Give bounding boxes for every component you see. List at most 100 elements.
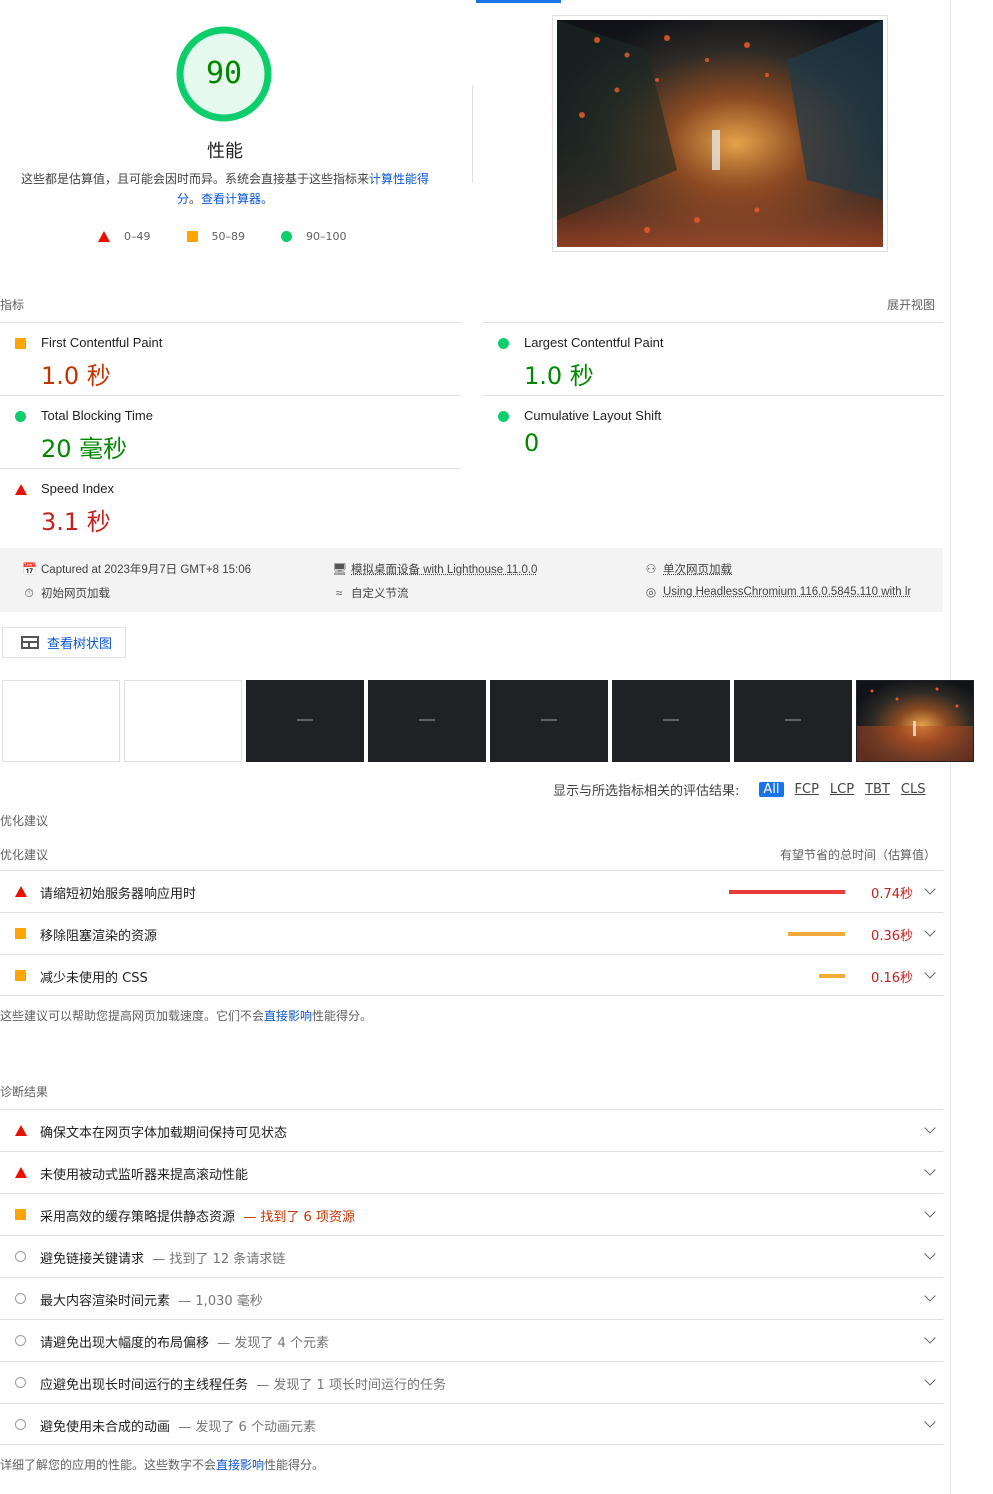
triangle-icon <box>15 1167 27 1178</box>
chevron-down-icon[interactable] <box>924 1122 936 1134</box>
note-text: 这些建议可以帮助您提高网页加载速度。它们不会 <box>0 1009 265 1023</box>
filter-chip-tbt[interactable]: TBT <box>865 782 890 797</box>
diagnostic-title-text: 应避免出现长时间运行的主线程任务 <box>40 1378 249 1393</box>
score-legend: 0–49 50–89 90–100 <box>98 230 383 243</box>
active-tab-indicator <box>476 0 561 3</box>
opportunity-row[interactable]: 移除阻塞渲染的资源 0.36秒 <box>0 912 943 954</box>
info-circle-icon <box>15 1251 26 1266</box>
view-calculator-link[interactable]: 查看计算器。 <box>201 192 273 206</box>
chevron-down-icon[interactable] <box>924 1416 936 1428</box>
filmstrip-frame <box>368 680 486 762</box>
diagnostic-row[interactable]: 应避免出现长时间运行的主线程任务 — 发现了 1 项长时间运行的任务 <box>0 1361 943 1403</box>
filmstrip-frame <box>734 680 852 762</box>
chevron-down-icon[interactable] <box>924 1290 936 1302</box>
filmstrip-frame <box>856 680 974 762</box>
devices-icon: 🖥 <box>332 562 348 576</box>
runtime-device[interactable]: 🖥 模拟桌面设备 with Lighthouse 11.0.0 <box>332 561 537 577</box>
chrome-icon: ◎ <box>645 585 657 599</box>
chevron-down-icon[interactable] <box>924 1374 936 1386</box>
filter-chip-all[interactable]: All <box>759 782 784 797</box>
chevron-down-icon[interactable] <box>924 1248 936 1260</box>
final-screenshot-image <box>557 20 883 247</box>
legend-fail: 0–49 <box>98 230 151 243</box>
runtime-single-load[interactable]: ⚇ 单次网页加载 <box>644 561 732 577</box>
diagnostic-title: 请避免出现大幅度的布局偏移 — 发现了 4 个元素 <box>40 1332 329 1351</box>
filmstrip-frame <box>246 680 364 762</box>
opportunity-row[interactable]: 减少未使用的 CSS 0.16秒 <box>0 954 943 996</box>
diagnostics-note: 详细了解您的应用的性能。这些数字不会直接影响性能得分。 <box>0 1456 324 1473</box>
diagnostic-detail: — 发现了 4 个元素 <box>217 1336 329 1351</box>
metrics-header: 指标 展开视图 <box>0 296 943 313</box>
chevron-down-icon[interactable] <box>924 1164 936 1176</box>
diagnostic-title: 未使用被动式监听器来提高滚动性能 <box>40 1164 248 1183</box>
metric-tbt: Total Blocking Time 20 毫秒 <box>0 395 460 468</box>
opportunities-note: 这些建议可以帮助您提高网页加载速度。它们不会直接影响性能得分。 <box>0 1007 372 1024</box>
square-icon <box>15 970 26 981</box>
treemap-icon <box>21 636 39 649</box>
runtime-settings: 📅 Captured at 2023年9月7日 GMT+8 15:06 ⏱ 初始… <box>0 548 943 612</box>
note-text: 详细了解您的应用的性能。这些数字不会 <box>0 1458 217 1472</box>
square-icon <box>186 231 198 242</box>
gauge-desc-text: 这些都是估算值，且可能会因时而异。系统会直接基于这些指标来 <box>20 172 369 186</box>
opportunities-title: 优化建议 <box>0 814 49 828</box>
diagnostic-detail: — 发现了 1 项长时间运行的任务 <box>256 1378 446 1393</box>
people-icon: ⚇ <box>645 562 657 576</box>
filter-chip-cls[interactable]: CLS <box>901 782 926 797</box>
diagnostic-row[interactable]: 采用高效的缓存策略提供静态资源 — 找到了 6 项资源 <box>0 1193 943 1235</box>
diagnostic-row[interactable]: 请避免出现大幅度的布局偏移 — 发现了 4 个元素 <box>0 1319 943 1361</box>
expand-view-toggle[interactable]: 展开视图 <box>887 296 935 313</box>
view-treemap-button[interactable]: 查看树状图 <box>2 627 126 658</box>
metric-filter: 显示与所选指标相关的评估结果: All FCP LCP TBT CLS <box>553 780 925 799</box>
runtime-single-load-text: 单次网页加载 <box>663 564 732 576</box>
diagnostic-title-text: 未使用被动式监听器来提高滚动性能 <box>40 1168 249 1183</box>
metric-name: Largest Contentful Paint <box>524 335 664 350</box>
runtime-browser[interactable]: ◎ Using HeadlessChromium 116.0.5845.110 … <box>644 585 911 599</box>
chevron-down-icon[interactable] <box>924 925 936 937</box>
opportunity-title: 减少未使用的 CSS <box>40 971 148 986</box>
diagnostic-row[interactable]: 确保文本在网页字体加载期间保持可见状态 <box>0 1109 943 1151</box>
opportunities-table-header: 优化建议 有望节省的总时间（估算值） <box>0 846 943 863</box>
diagnostic-title: 应避免出现长时间运行的主线程任务 — 发现了 1 项长时间运行的任务 <box>40 1374 446 1393</box>
metric-name: Total Blocking Time <box>41 408 153 423</box>
savings-value: 0.16秒 <box>871 971 913 986</box>
opportunity-title: 移除阻塞渲染的资源 <box>40 929 158 944</box>
filmstrip <box>2 680 978 762</box>
filter-chip-fcp[interactable]: FCP <box>795 782 819 797</box>
diagnostic-title-text: 采用高效的缓存策略提供静态资源 <box>40 1210 236 1225</box>
direct-impact-link[interactable]: 直接影响 <box>264 1009 312 1023</box>
triangle-icon <box>98 231 110 242</box>
diagnostic-row[interactable]: 未使用被动式监听器来提高滚动性能 <box>0 1151 943 1193</box>
metric-name: Cumulative Layout Shift <box>524 408 662 423</box>
gauge-description: 这些都是估算值，且可能会因时而异。系统会直接基于这些指标来计算性能得分。查看计算… <box>20 169 430 209</box>
legend-fail-range: 0–49 <box>124 230 151 243</box>
metric-value: 1.0 秒 <box>41 362 111 390</box>
diagnostic-row[interactable]: 最大内容渲染时间元素 — 1,030 毫秒 <box>0 1277 943 1319</box>
chevron-down-icon[interactable] <box>924 967 936 979</box>
filmstrip-frame <box>490 680 608 762</box>
metric-lcp: Largest Contentful Paint 1.0 秒 <box>483 322 943 395</box>
diagnostic-row[interactable]: 避免使用未合成的动画 — 发现了 6 个动画元素 <box>0 1403 943 1445</box>
filter-chip-lcp[interactable]: LCP <box>830 782 854 797</box>
diagnostic-row[interactable]: 避免链接关键请求 — 找到了 12 条请求链 <box>0 1235 943 1277</box>
legend-average-range: 50–89 <box>211 230 246 243</box>
opportunity-row[interactable]: 请缩短初始服务器响应用时 0.74秒 <box>0 870 943 912</box>
performance-score: 90 <box>205 56 243 91</box>
metric-name: Speed Index <box>41 481 115 496</box>
metric-name: First Contentful Paint <box>41 335 163 350</box>
chevron-down-icon[interactable] <box>924 1206 936 1218</box>
chevron-down-icon[interactable] <box>924 1332 936 1344</box>
savings-value: 0.36秒 <box>871 929 913 944</box>
opportunities-col-right: 有望节省的总时间（估算值） <box>779 848 936 862</box>
treemap-button-label: 查看树状图 <box>47 637 113 652</box>
diagnostic-title-text: 避免链接关键请求 <box>40 1252 145 1267</box>
legend-pass: 90–100 <box>281 230 347 243</box>
metric-value: 3.1 秒 <box>41 508 111 536</box>
opportunity-title: 请缩短初始服务器响应用时 <box>40 887 197 902</box>
direct-impact-link[interactable]: 直接影响 <box>216 1458 264 1472</box>
circle-icon <box>498 338 509 349</box>
final-screenshot[interactable] <box>552 15 888 252</box>
runtime-throttling[interactable]: ≈ 自定义节流 <box>332 585 409 601</box>
filmstrip-frame <box>124 680 242 762</box>
diagnostic-detail: — 找到了 6 项资源 <box>243 1210 355 1225</box>
chevron-down-icon[interactable] <box>924 883 936 895</box>
